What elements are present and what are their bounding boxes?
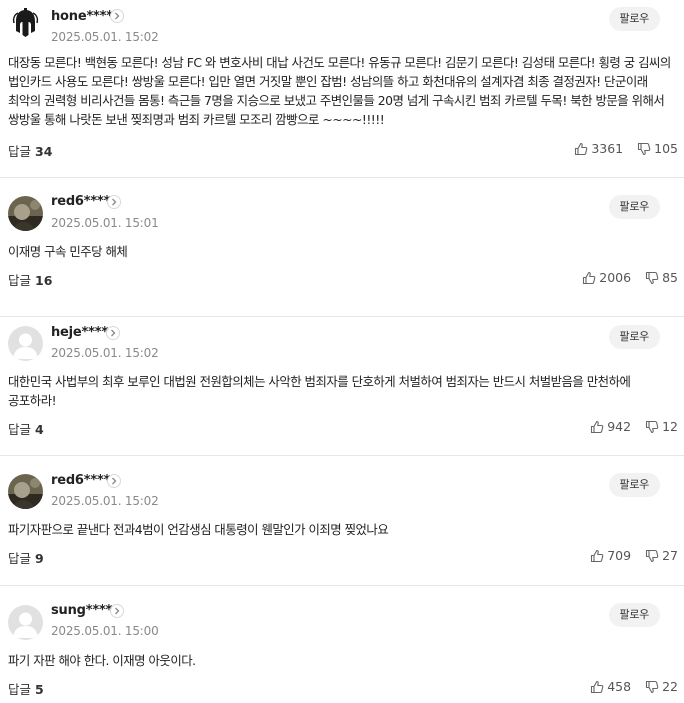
reactions: 3361 105 xyxy=(574,141,678,156)
reply-count: 4 xyxy=(35,422,44,437)
comment-text: 파기 자판 해야 한다. 이재명 아웃이다. xyxy=(8,653,196,668)
dislike-button[interactable]: 105 xyxy=(637,141,678,156)
follow-button[interactable]: 팔로우 xyxy=(608,603,660,627)
avatar[interactable] xyxy=(8,605,43,640)
follow-button[interactable]: 팔로우 xyxy=(608,195,660,219)
dislike-count: 105 xyxy=(654,141,678,156)
dislike-count: 27 xyxy=(662,548,678,563)
thumbs-down-icon xyxy=(645,680,659,694)
comment-date: 2025.05.01. 15:01 xyxy=(51,216,159,230)
like-button[interactable]: 2006 xyxy=(582,270,631,285)
dislike-count: 85 xyxy=(662,270,678,285)
thumbs-up-icon xyxy=(574,142,588,156)
thumbs-down-icon xyxy=(645,549,659,563)
dislike-count: 12 xyxy=(662,419,678,434)
dislike-button[interactable]: 12 xyxy=(645,419,678,434)
reply-button[interactable]: 답글 34 xyxy=(8,141,52,160)
reply-button[interactable]: 답글 9 xyxy=(8,548,44,567)
like-count: 2006 xyxy=(599,270,632,285)
like-button[interactable]: 709 xyxy=(590,548,631,563)
comment-item: hone**** 2025.05.01. 15:02 팔로우 대장동 모른다! … xyxy=(0,0,684,176)
comment-item: red6**** 2025.05.01. 15:02 팔로우 파기자판으로 끝낸… xyxy=(0,456,684,584)
avatar[interactable] xyxy=(8,326,43,361)
like-count: 709 xyxy=(607,548,632,563)
avatar[interactable] xyxy=(8,6,43,41)
like-count: 3361 xyxy=(591,141,624,156)
comment-item: sung**** 2025.05.01. 15:00 팔로우 파기 자판 해야 … xyxy=(0,586,684,703)
chevron-right-icon[interactable] xyxy=(106,326,120,340)
thumbs-up-icon xyxy=(582,271,596,285)
like-count: 942 xyxy=(607,419,632,434)
reactions: 458 22 xyxy=(590,679,678,694)
comment-date: 2025.05.01. 15:02 xyxy=(51,30,159,44)
thumbs-down-icon xyxy=(645,420,659,434)
reactions: 709 27 xyxy=(590,548,678,563)
dislike-button[interactable]: 27 xyxy=(645,548,678,563)
like-button[interactable]: 3361 xyxy=(574,141,623,156)
comment-username[interactable]: red6**** xyxy=(51,194,110,209)
follow-button[interactable]: 팔로우 xyxy=(608,473,660,497)
comment-date: 2025.05.01. 15:02 xyxy=(51,346,159,360)
reactions: 942 12 xyxy=(590,419,678,434)
thumbs-up-icon xyxy=(590,420,604,434)
chevron-right-icon[interactable] xyxy=(107,474,121,488)
chevron-right-icon[interactable] xyxy=(110,604,124,618)
like-button[interactable]: 942 xyxy=(590,419,631,434)
avatar[interactable] xyxy=(8,474,43,509)
reply-button[interactable]: 답글 4 xyxy=(8,419,44,438)
chevron-right-icon[interactable] xyxy=(110,9,124,23)
comment-username[interactable]: sung**** xyxy=(51,603,112,618)
reply-label: 답글 xyxy=(8,682,32,697)
comment-text: 대한민국 사법부의 최후 보루인 대법원 전원합의체는 사악한 범죄자를 단호하… xyxy=(8,374,631,408)
comment-text: 이재명 구속 민주당 해체 xyxy=(8,244,128,259)
comment-username[interactable]: heje**** xyxy=(51,325,108,340)
reply-label: 답글 xyxy=(8,273,32,288)
reply-count: 5 xyxy=(35,682,44,697)
comment-date: 2025.05.01. 15:02 xyxy=(51,494,159,508)
reply-label: 답글 xyxy=(8,144,32,159)
follow-button[interactable]: 팔로우 xyxy=(608,7,660,31)
comment-username[interactable]: hone**** xyxy=(51,9,113,24)
chevron-right-icon[interactable] xyxy=(107,195,121,209)
dislike-button[interactable]: 22 xyxy=(645,679,678,694)
reply-button[interactable]: 답글 5 xyxy=(8,679,44,698)
reply-label: 답글 xyxy=(8,422,32,437)
reply-label: 답글 xyxy=(8,551,32,566)
comment-item: heje**** 2025.05.01. 15:02 팔로우 대한민국 사법부의… xyxy=(0,317,684,455)
reply-count: 16 xyxy=(35,273,53,288)
comment-item: red6**** 2025.05.01. 15:01 팔로우 이재명 구속 민주… xyxy=(0,178,684,316)
dislike-button[interactable]: 85 xyxy=(645,270,678,285)
thumbs-up-icon xyxy=(590,680,604,694)
comment-text: 대장동 모른다! 백현동 모른다! 성남 FC 와 변호사비 대납 사건도 모른… xyxy=(8,55,671,127)
avatar[interactable] xyxy=(8,196,43,231)
reply-count: 34 xyxy=(35,144,53,159)
like-count: 458 xyxy=(607,679,632,694)
reply-button[interactable]: 답글 16 xyxy=(8,270,52,289)
thumbs-down-icon xyxy=(637,142,651,156)
follow-button[interactable]: 팔로우 xyxy=(608,325,660,349)
comment-date: 2025.05.01. 15:00 xyxy=(51,624,159,638)
thumbs-up-icon xyxy=(590,549,604,563)
reply-count: 9 xyxy=(35,551,44,566)
thumbs-down-icon xyxy=(645,271,659,285)
comment-text: 파기자판으로 끝낸다 전과4범이 언감생심 대통령이 웬말인가 이죄명 찢었나요 xyxy=(8,522,389,537)
comment-username[interactable]: red6**** xyxy=(51,473,110,488)
dislike-count: 22 xyxy=(662,679,678,694)
like-button[interactable]: 458 xyxy=(590,679,631,694)
reactions: 2006 85 xyxy=(582,270,678,285)
